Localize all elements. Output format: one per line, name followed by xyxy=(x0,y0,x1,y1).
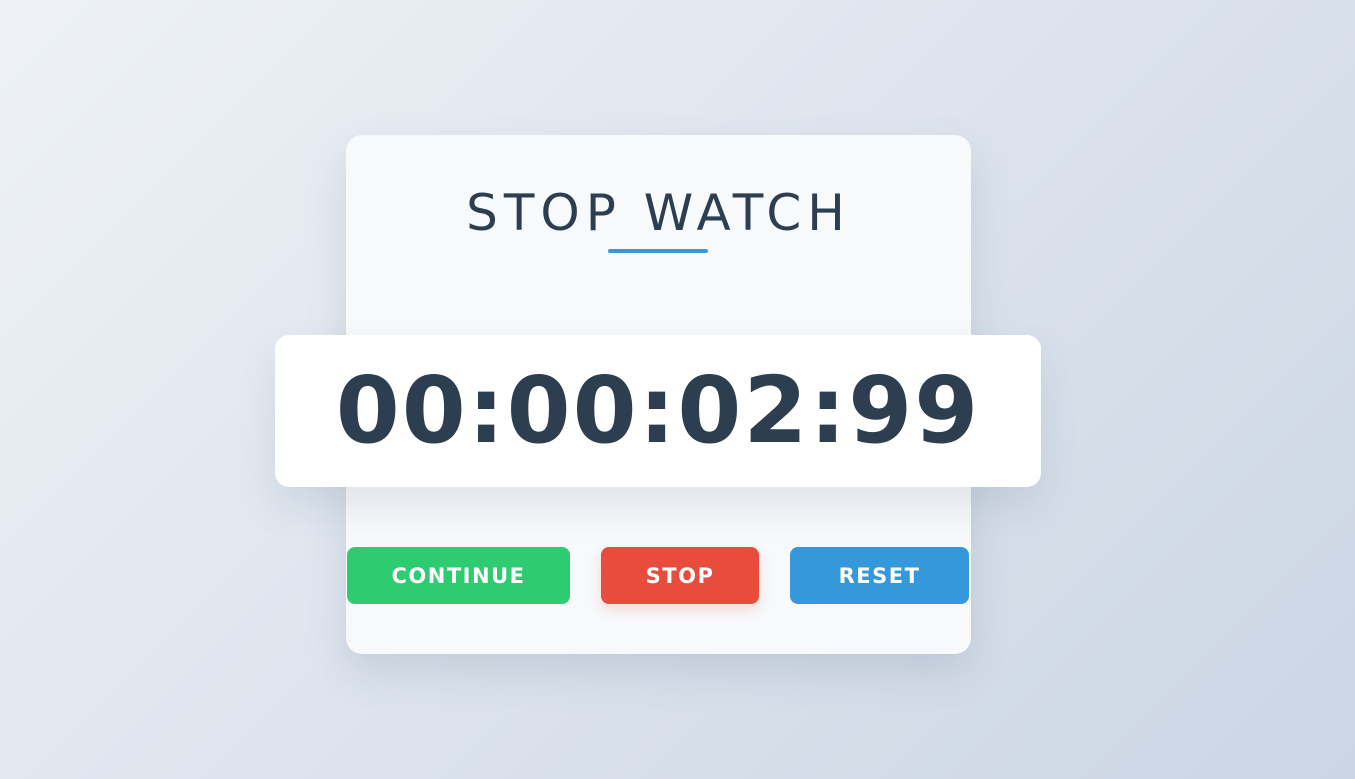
stop-button[interactable]: STOP xyxy=(601,547,759,604)
continue-button[interactable]: CONTINUE xyxy=(347,547,570,604)
time-readout: 00:00:02:99 xyxy=(335,357,981,464)
time-display: 00:00:02:99 xyxy=(275,335,1041,487)
reset-button[interactable]: RESET xyxy=(790,547,969,604)
page-title: STOP WATCH xyxy=(466,184,851,242)
title-underline xyxy=(608,249,708,253)
